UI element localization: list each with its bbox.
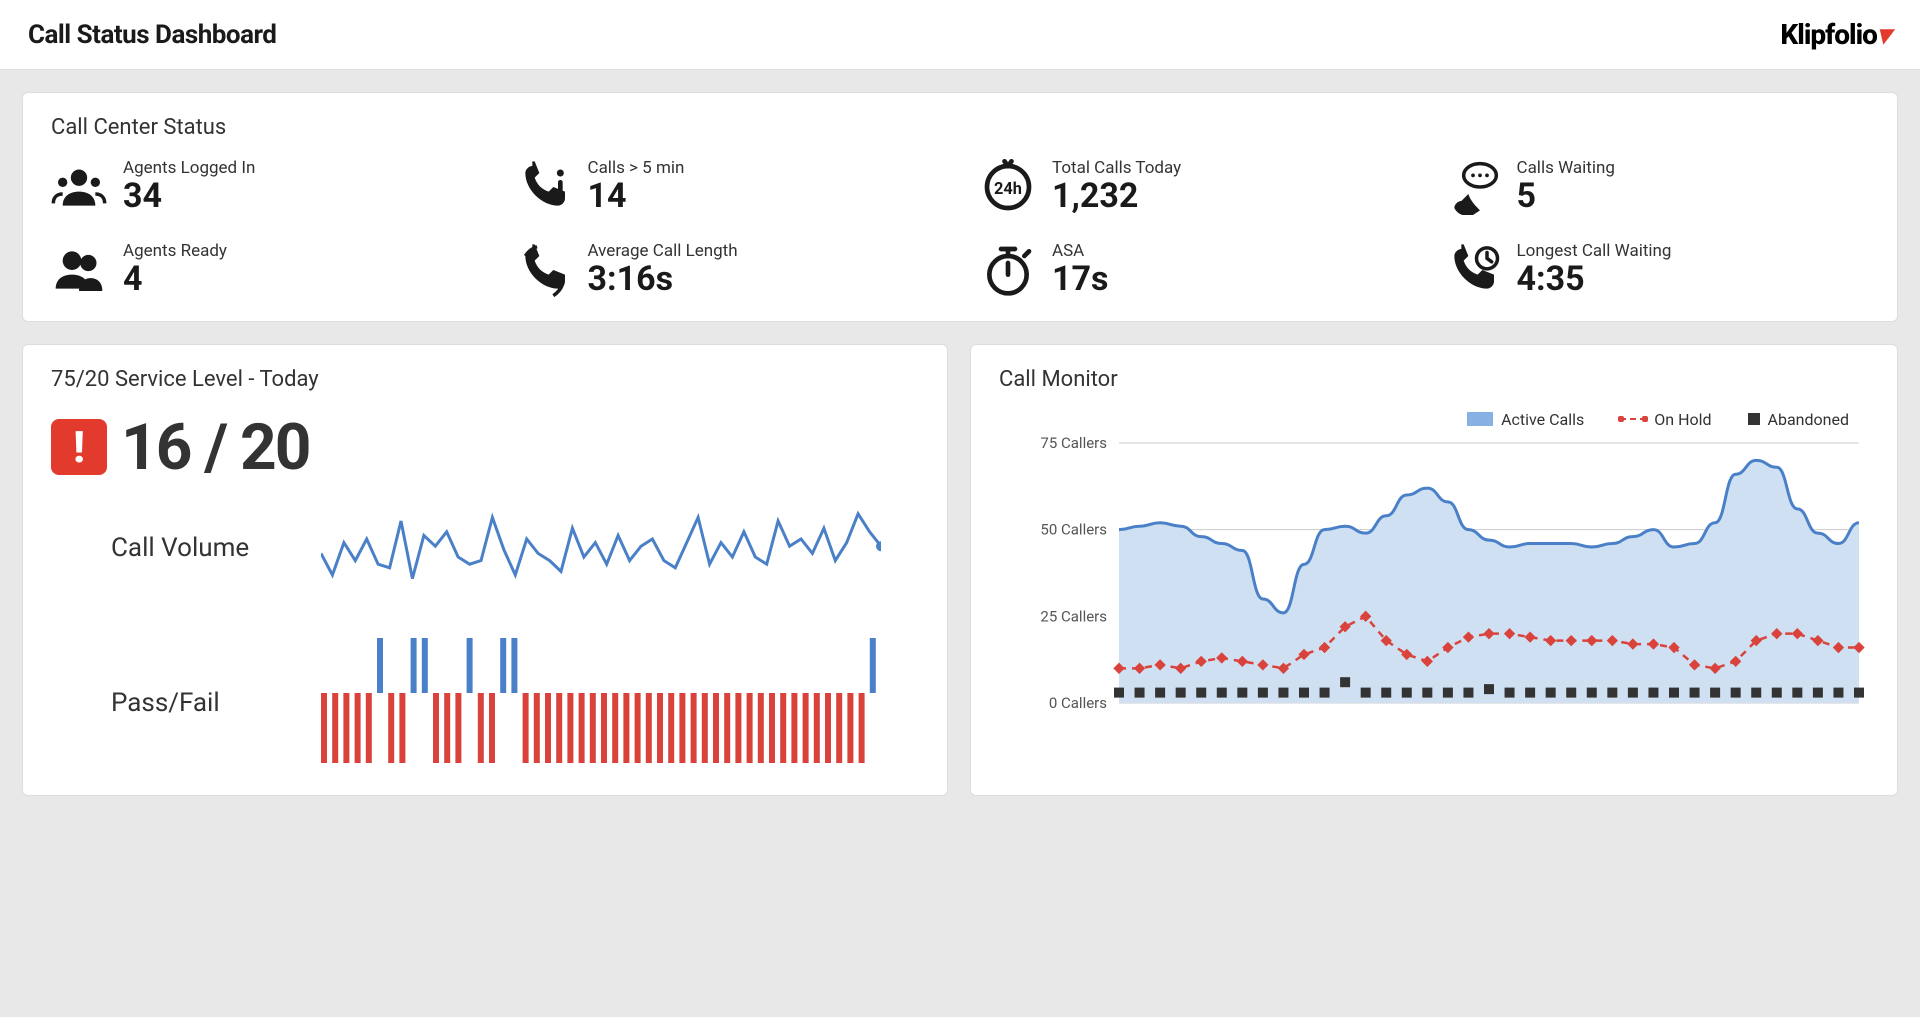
pass-fail-chart <box>321 633 881 773</box>
metric-label: Average Call Length <box>588 241 738 261</box>
metric-long-call: Calls > 5 min14 <box>516 158 941 215</box>
header: Call Status Dashboard Klipfolio▾ <box>0 0 1920 70</box>
long-call-icon <box>516 159 572 215</box>
metric-label: ASA <box>1052 241 1108 261</box>
metric-calls-waiting: Calls Waiting5 <box>1445 158 1870 215</box>
svg-text:0 Callers: 0 Callers <box>1049 694 1107 712</box>
panel-title: Call Center Status <box>51 115 1869 140</box>
call-monitor-panel: Call Monitor Active Calls On Hold Abando… <box>970 344 1898 796</box>
svg-text:25 Callers: 25 Callers <box>1040 607 1107 625</box>
svg-text:75 Callers: 75 Callers <box>1040 434 1107 452</box>
chart-legend: Active Calls On Hold Abandoned <box>999 410 1849 429</box>
metric-label: Agents Ready <box>123 241 227 261</box>
metric-value: 34 <box>123 178 255 215</box>
metric-value: 3:16s <box>588 261 738 298</box>
agents-ready-icon <box>51 242 107 298</box>
call-center-status-panel: Call Center Status Agents Logged In34 Cal… <box>22 92 1898 322</box>
metric-value: 5 <box>1517 178 1615 215</box>
agents-logged-in-icon <box>51 159 107 215</box>
metric-label: Longest Call Waiting <box>1517 241 1672 261</box>
panel-title: 75/20 Service Level - Today <box>51 367 919 392</box>
call-monitor-chart: 0 Callers 25 Callers 50 Callers 75 Callers <box>999 433 1869 733</box>
legend-active-calls: Active Calls <box>1467 410 1584 429</box>
calls-waiting-icon <box>1445 159 1501 215</box>
alert-icon: ! <box>51 419 107 475</box>
metric-longest-wait: Longest Call Waiting4:35 <box>1445 241 1870 298</box>
metric-value: 17s <box>1052 261 1108 298</box>
service-level-panel: 75/20 Service Level - Today ! 16 / 20 Ca… <box>22 344 948 796</box>
call-volume-sparkline <box>321 503 881 593</box>
metric-label: Total Calls Today <box>1052 158 1181 178</box>
metric-value: 4 <box>123 261 227 298</box>
panel-title: Call Monitor <box>999 367 1869 392</box>
brand-logo: Klipfolio▾ <box>1780 18 1892 51</box>
stopwatch-icon <box>980 242 1036 298</box>
metric-avg-call-length: Average Call Length3:16s <box>516 241 941 298</box>
call-volume-label: Call Volume <box>111 533 321 563</box>
metric-value: 1,232 <box>1052 178 1181 215</box>
call-monitor-chart-wrap: 0 Callers 25 Callers 50 Callers 75 Callers <box>999 433 1869 737</box>
metric-stopwatch: ASA17s <box>980 241 1405 298</box>
legend-on-hold: On Hold <box>1620 410 1711 429</box>
legend-abandoned: Abandoned <box>1748 410 1849 429</box>
longest-wait-icon <box>1445 242 1501 298</box>
metric-agents-ready: Agents Ready4 <box>51 241 476 298</box>
service-level-value: 16 / 20 <box>121 410 309 485</box>
metric-value: 14 <box>588 178 685 215</box>
page-title: Call Status Dashboard <box>28 20 276 50</box>
metric-label: Calls > 5 min <box>588 158 685 178</box>
metric-24h: 24h Total Calls Today1,232 <box>980 158 1405 215</box>
metric-value: 4:35 <box>1517 261 1672 298</box>
metric-label: Agents Logged In <box>123 158 255 178</box>
metric-label: Calls Waiting <box>1517 158 1615 178</box>
pass-fail-label: Pass/Fail <box>111 688 321 718</box>
svg-text:50 Callers: 50 Callers <box>1040 520 1107 538</box>
avg-call-length-icon <box>516 242 572 298</box>
metric-agents-logged-in: Agents Logged In34 <box>51 158 476 215</box>
svg-text:24h: 24h <box>994 179 1022 198</box>
24h-icon: 24h <box>980 159 1036 215</box>
